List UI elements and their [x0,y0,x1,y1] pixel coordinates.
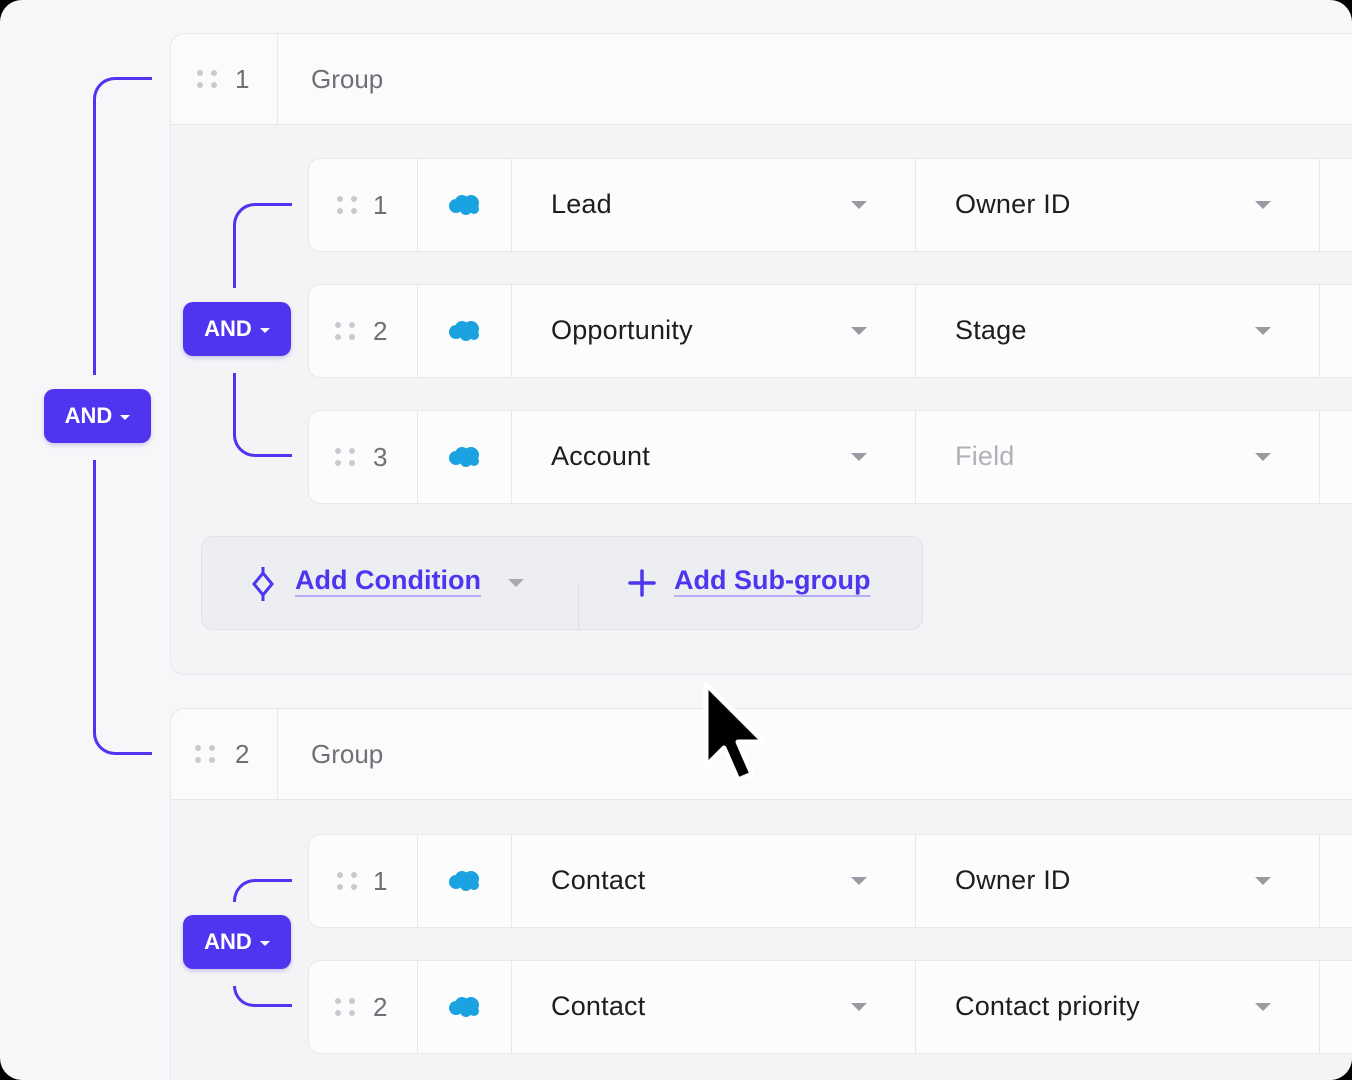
chevron-down-icon [1255,453,1271,461]
field-placeholder: Field [955,441,1015,471]
salesforce-cloud-icon [449,871,479,891]
operator-cell[interactable] [1319,411,1352,503]
field-select[interactable]: Owner ID [915,835,1320,927]
row-handle-cell: 2 [309,285,418,377]
condition-number: 2 [373,992,388,1022]
group-2-and-label: AND [204,929,252,954]
field-value: Owner ID [955,189,1071,219]
caret-down-icon [120,414,131,420]
group-1-bracket-top [233,203,292,288]
salesforce-cloud-icon [449,195,479,215]
object-value: Account [551,441,650,471]
chevron-down-icon [851,201,867,209]
caret-down-icon [259,327,270,333]
actions-divider [578,583,579,629]
object-select[interactable]: Contact [511,835,916,927]
diamond-node-icon [252,567,274,601]
group-2-and-operator-button[interactable]: AND [183,915,291,969]
group-1-and-label: AND [204,316,252,341]
operator-cell[interactable] [1319,159,1352,251]
chevron-down-icon [851,453,867,461]
object-select[interactable]: Account [511,411,916,503]
condition-number: 2 [373,316,388,346]
add-subgroup-link[interactable]: Add Sub-group [674,565,870,596]
root-bracket-bottom [93,460,152,755]
object-value: Lead [551,189,612,219]
operator-cell[interactable] [1319,835,1352,927]
drag-handle-icon[interactable] [337,196,359,214]
object-select[interactable]: Lead [511,159,916,251]
chevron-down-icon [1255,877,1271,885]
row-handle-cell: 1 [309,835,418,927]
add-condition-link[interactable]: Add Condition [295,565,481,596]
root-and-label: AND [64,403,113,428]
caret-down-icon [259,940,270,946]
row-handle-cell: 1 [309,159,418,251]
chevron-down-icon [851,327,867,335]
condition-row: 1 Contact Owner ID [308,834,1352,928]
chevron-down-icon [1255,201,1271,209]
source-cell [417,961,512,1053]
condition-number: 1 [373,866,388,896]
source-cell [417,285,512,377]
field-value: Owner ID [955,865,1071,895]
drag-handle-icon[interactable] [335,448,357,466]
object-value: Contact [551,991,646,1021]
condition-row: 3 Account Field [308,410,1352,504]
chevron-down-icon [1255,327,1271,335]
chevron-down-icon [851,877,867,885]
chevron-down-icon[interactable] [508,579,524,587]
source-cell [417,411,512,503]
condition-row: 2 Contact Contact priority [308,960,1352,1054]
field-value: Contact priority [955,991,1140,1021]
group-number: 2 [235,739,250,769]
field-select[interactable]: Contact priority [915,961,1320,1053]
object-value: Contact [551,865,646,895]
row-handle-cell: 3 [309,411,418,503]
drag-handle-icon[interactable] [335,322,357,340]
drag-handle-icon[interactable] [335,998,357,1016]
drag-handle-icon[interactable] [195,745,217,763]
chevron-down-icon [851,1003,867,1011]
object-select[interactable]: Contact [511,961,916,1053]
condition-row: 1 Lead Owner ID [308,158,1352,252]
root-bracket-top [93,77,152,375]
group-1-and-operator-button[interactable]: AND [183,302,291,356]
group-1-bracket-bottom [233,373,292,457]
operator-cell[interactable] [1319,285,1352,377]
salesforce-cloud-icon [449,997,479,1017]
condition-number: 3 [373,442,388,472]
field-select[interactable]: Stage [915,285,1320,377]
row-handle-cell: 2 [309,961,418,1053]
chevron-down-icon [1255,1003,1271,1011]
group-1-handle-cell: 1 [171,34,278,124]
drag-handle-icon[interactable] [197,70,219,88]
filter-builder: AND 1 Group Add Condition Add Sub-group … [0,0,1352,1080]
group-1-header: 1 Group [171,34,1352,125]
object-value: Opportunity [551,315,693,345]
group-1-actions: Add Condition Add Sub-group [201,536,923,630]
object-select[interactable]: Opportunity [511,285,916,377]
group-2-handle-cell: 2 [171,709,278,799]
plus-icon [628,569,656,597]
condition-number: 1 [373,190,388,220]
field-select[interactable]: Owner ID [915,159,1320,251]
field-value: Stage [955,315,1027,345]
mouse-pointer-icon [703,681,767,783]
group-2-bracket-top [233,879,292,902]
condition-row: 2 Opportunity Stage [308,284,1352,378]
field-select[interactable]: Field [915,411,1320,503]
salesforce-cloud-icon [449,447,479,467]
drag-handle-icon[interactable] [337,872,359,890]
source-cell [417,159,512,251]
group-title: Group [311,64,384,94]
root-and-operator-button[interactable]: AND [44,389,151,443]
group-title: Group [311,739,384,769]
source-cell [417,835,512,927]
salesforce-cloud-icon [449,321,479,341]
operator-cell[interactable] [1319,961,1352,1053]
group-number: 1 [235,64,250,94]
